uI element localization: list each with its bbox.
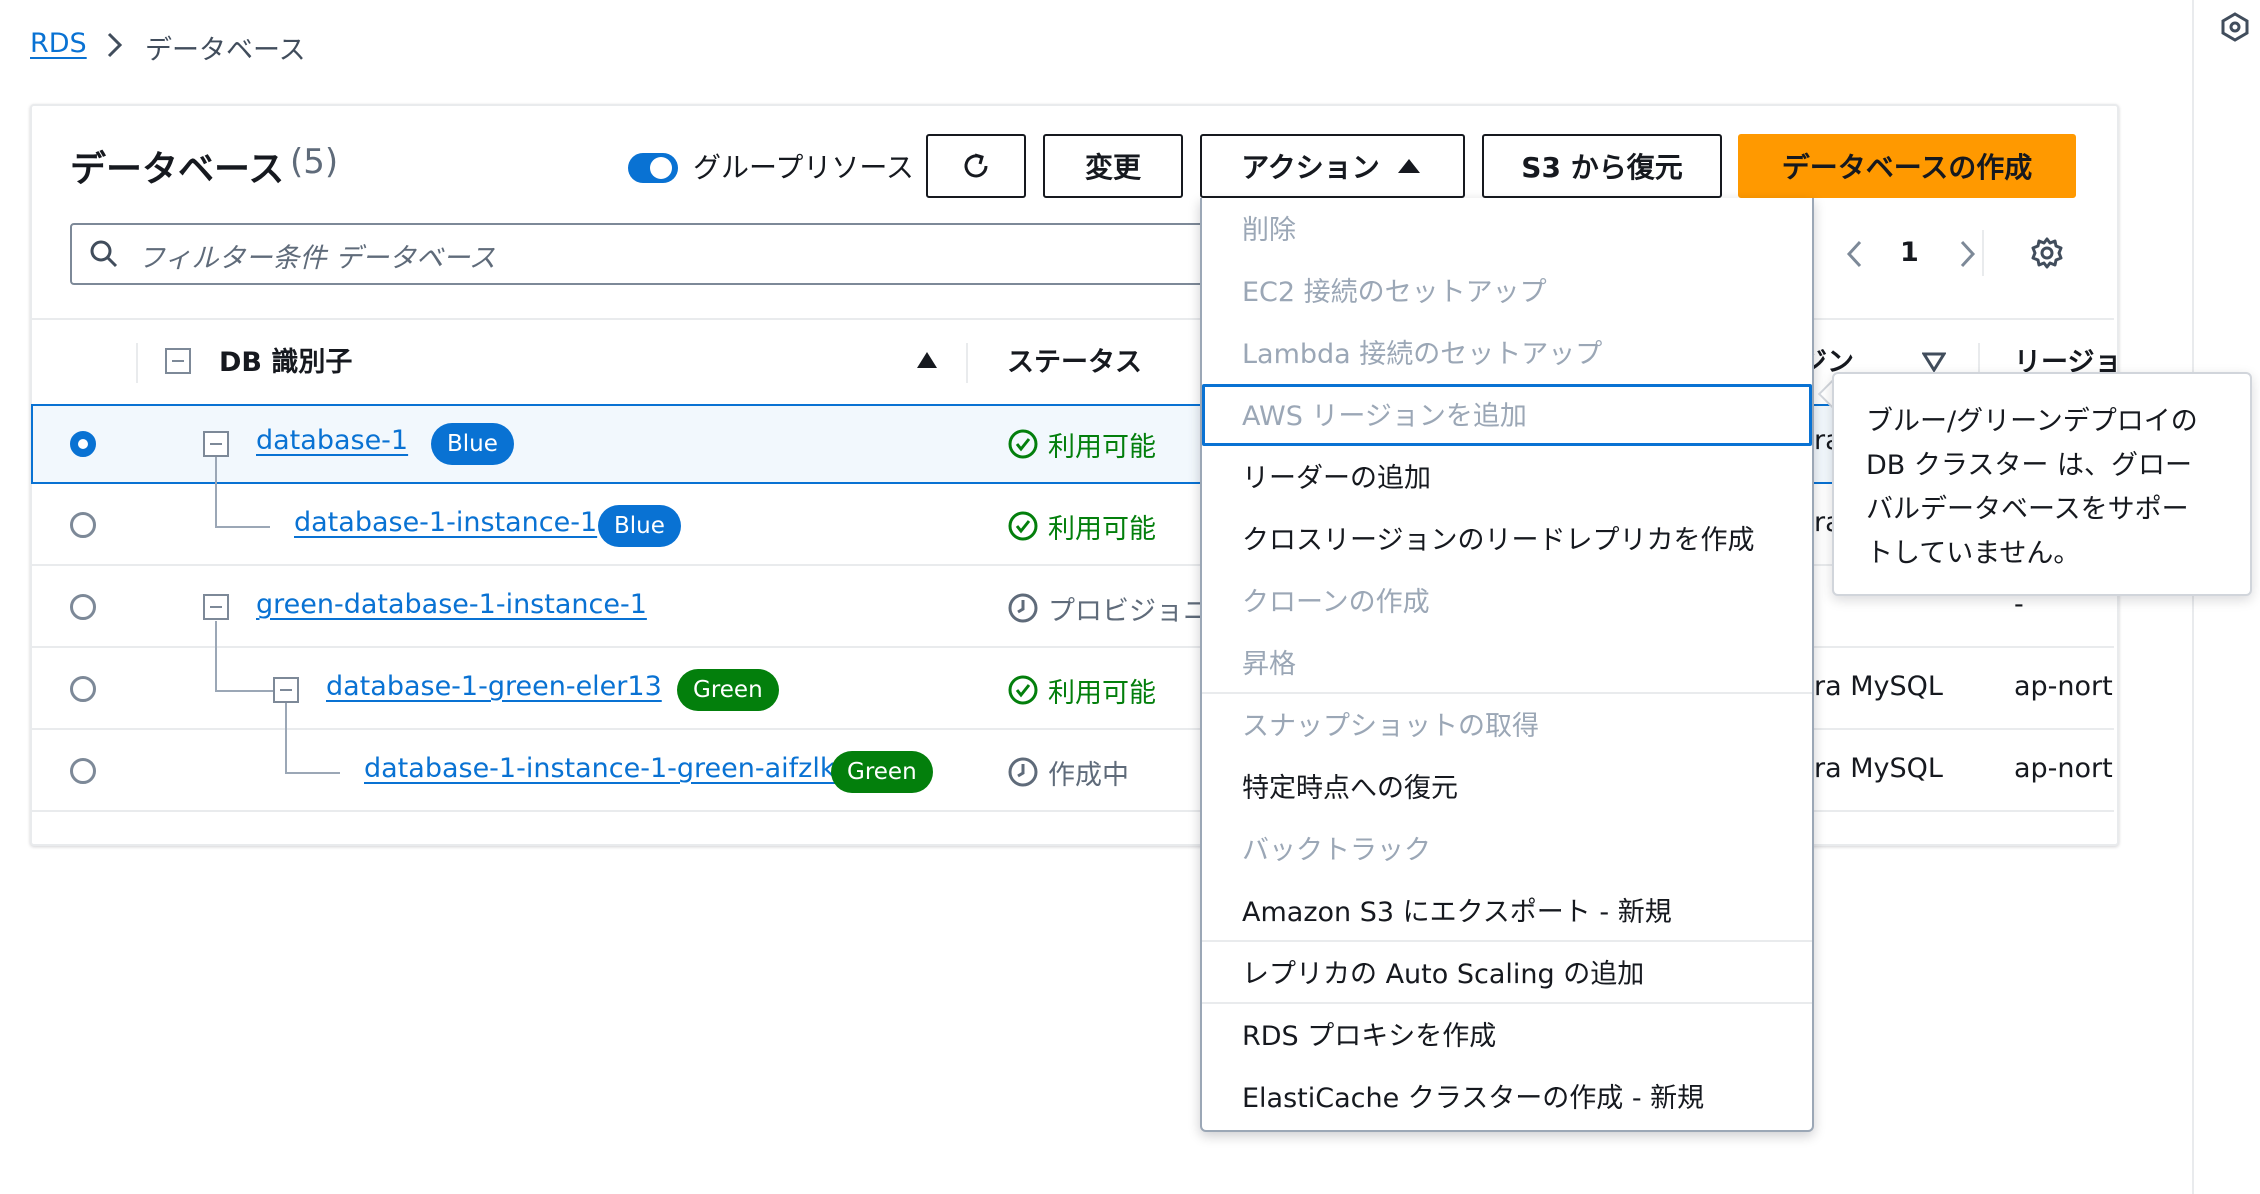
search-icon — [90, 240, 118, 268]
menu-item-lambda-setup[interactable]: Lambda 接続のセットアップ — [1242, 332, 1602, 371]
collapse-all-icon[interactable] — [165, 348, 191, 374]
menu-item-rds-proxy[interactable]: RDS プロキシを作成 — [1242, 1014, 1496, 1053]
tooltip-line: バルデータベースをサポー — [1866, 494, 2189, 525]
engine-text: ra MySQL — [1814, 671, 1943, 702]
status-success-icon — [1008, 429, 1038, 459]
modify-button[interactable]: 変更 — [1043, 134, 1183, 198]
status-text: 利用可能 — [1048, 514, 1156, 545]
db-identifier-link[interactable]: database-1 — [256, 425, 408, 456]
sort-ascending-icon[interactable] — [915, 350, 939, 370]
restore-from-s3-button[interactable]: S3 から復元 — [1482, 134, 1722, 198]
menu-item-replica-autoscaling[interactable]: レプリカの Auto Scaling の追加 — [1242, 952, 1644, 991]
menu-divider — [1202, 692, 1812, 694]
db-identifier-link[interactable]: green-database-1-instance-1 — [256, 589, 647, 620]
status-text: 利用可能 — [1048, 432, 1156, 463]
breadcrumb-rds-link[interactable]: RDS — [30, 28, 87, 59]
menu-item-backtrack[interactable]: バックトラック — [1242, 828, 1431, 867]
db-identifier-link[interactable]: database-1-instance-1 — [294, 507, 597, 538]
menu-item-add-reader[interactable]: リーダーの追加 — [1242, 456, 1431, 495]
disabled-reason-tooltip: ブルー/グリーンデプロイの DB クラスター は、グロー バルデータベースをサポ… — [1832, 372, 2252, 596]
status-pending-icon — [1008, 593, 1038, 623]
status-text: 利用可能 — [1048, 678, 1156, 709]
tooltip-line: トしていません。 — [1866, 538, 2081, 569]
refresh-icon — [964, 153, 988, 178]
menu-item-cross-region-replica[interactable]: クロスリージョンのリードレプリカを作成 — [1242, 518, 1754, 557]
status-success-icon — [1008, 511, 1038, 541]
tree-line — [285, 772, 340, 774]
sort-descending-icon[interactable] — [1922, 352, 1946, 372]
pager-divider — [1982, 230, 1984, 276]
actions-label: アクション — [1241, 151, 1380, 184]
menu-divider — [1202, 1002, 1812, 1004]
next-page-icon[interactable] — [1952, 238, 1982, 270]
group-resources-label: グループリソース — [693, 151, 914, 184]
row-select-radio[interactable] — [70, 676, 96, 702]
column-header-status[interactable]: ステータス — [1007, 340, 1142, 379]
column-divider — [966, 343, 968, 383]
database-count: (5) — [290, 142, 339, 182]
menu-item-elasticache[interactable]: ElastiCache クラスターの作成 - 新規 — [1242, 1076, 1704, 1115]
db-identifier-link[interactable]: database-1-instance-1-green-aifzlk — [364, 753, 835, 784]
db-identifier-link[interactable]: database-1-green-eler13 — [326, 671, 662, 702]
role-badge: Blue — [598, 505, 681, 547]
caret-up-icon — [1397, 159, 1420, 173]
tree-line — [215, 457, 217, 527]
row-select-radio[interactable] — [70, 512, 96, 538]
previous-page-icon[interactable] — [1840, 238, 1870, 270]
collapse-row-icon[interactable] — [203, 594, 229, 620]
row-select-radio[interactable] — [70, 431, 96, 457]
status-text: プロビジョニ — [1048, 596, 1210, 627]
status-pending-icon — [1008, 757, 1038, 787]
tooltip-line: DB クラスター は、グロー — [1866, 450, 2192, 481]
tree-line — [215, 690, 273, 692]
row-select-radio[interactable] — [70, 758, 96, 784]
collapse-row-icon[interactable] — [203, 431, 229, 457]
tree-line — [215, 621, 217, 691]
region-text: ap-northeast — [2014, 753, 2114, 784]
column-divider — [136, 343, 138, 383]
tree-line — [285, 703, 287, 773]
menu-divider — [1202, 940, 1812, 942]
create-database-button[interactable]: データベースの作成 — [1738, 134, 2076, 198]
right-tools-rail — [2192, 0, 2260, 1194]
role-badge: Blue — [431, 423, 514, 465]
status-success-icon — [1008, 675, 1038, 705]
menu-item-ec2-setup[interactable]: EC2 接続のセットアップ — [1242, 270, 1547, 309]
role-badge: Green — [677, 669, 779, 711]
menu-item-point-in-time-restore[interactable]: 特定時点への復元 — [1242, 766, 1458, 805]
column-header-db-id[interactable]: DB 識別子 — [219, 340, 352, 379]
menu-item-add-region[interactable]: AWS リージョンを追加 — [1242, 394, 1527, 433]
region-text: ap-northeast — [2014, 671, 2114, 702]
collapse-row-icon[interactable] — [273, 677, 299, 703]
menu-item-snapshot[interactable]: スナップショットの取得 — [1242, 704, 1539, 743]
gear-icon[interactable] — [2030, 236, 2064, 270]
chevron-right-icon — [107, 32, 123, 58]
toggle-knob — [650, 157, 672, 179]
info-panel-icon[interactable] — [2220, 12, 2250, 42]
filter-placeholder: フィルター条件 データベース — [138, 243, 496, 274]
menu-item-clone[interactable]: クローンの作成 — [1242, 580, 1430, 619]
menu-item-promote[interactable]: 昇格 — [1242, 642, 1296, 681]
row-select-radio[interactable] — [70, 594, 96, 620]
actions-button[interactable]: アクション — [1200, 134, 1465, 198]
tree-line — [215, 526, 270, 528]
status-text: 作成中 — [1048, 760, 1129, 791]
menu-item-export-s3[interactable]: Amazon S3 にエクスポート - 新規 — [1242, 890, 1672, 929]
role-badge: Green — [831, 751, 933, 793]
tooltip-line: ブルー/グリーンデプロイの — [1866, 406, 2198, 437]
page-title: データベース — [70, 149, 285, 190]
current-page-number[interactable]: 1 — [1900, 237, 1919, 268]
menu-item-delete[interactable]: 削除 — [1242, 208, 1296, 247]
breadcrumb-current: データベース — [145, 35, 306, 66]
refresh-button[interactable] — [926, 134, 1026, 198]
engine-text: ra MySQL — [1814, 753, 1943, 784]
